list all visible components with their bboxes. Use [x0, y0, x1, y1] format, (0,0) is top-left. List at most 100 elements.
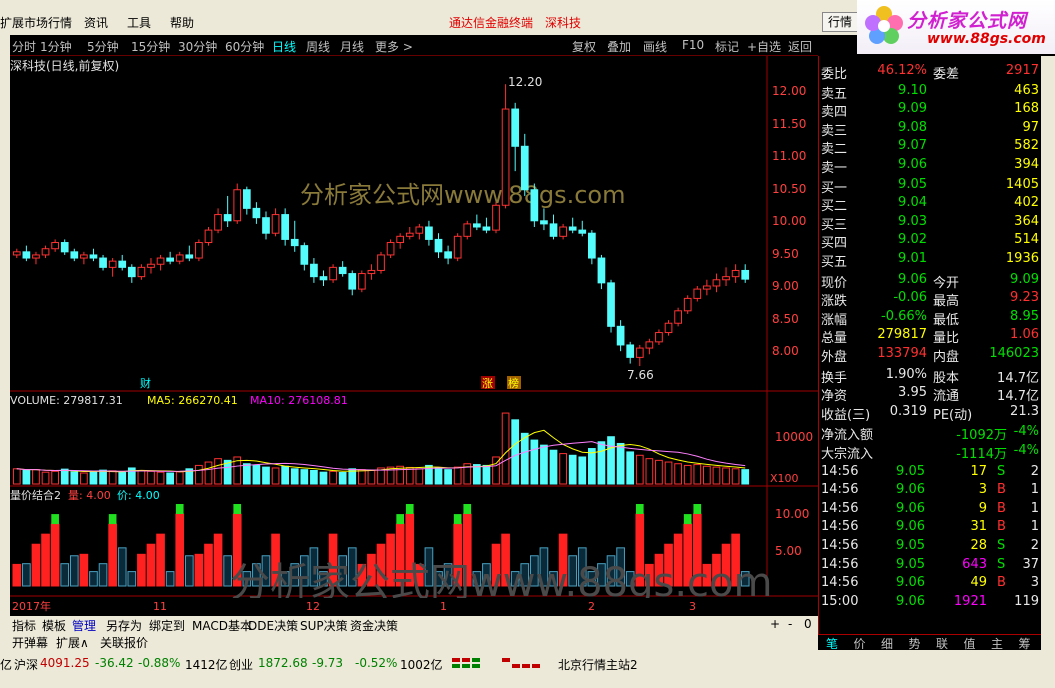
tab-manage[interactable]: 管理: [72, 617, 96, 634]
period-5min[interactable]: 5分钟: [87, 38, 119, 55]
candle-body: [463, 223, 472, 237]
tab-expand[interactable]: 扩展∧: [56, 634, 89, 651]
tab-macd[interactable]: MACD基本: [192, 617, 252, 634]
tab-template[interactable]: 模板: [42, 617, 66, 634]
tool-overlay[interactable]: 叠加: [607, 38, 631, 55]
tab-dde[interactable]: DDE决策: [248, 617, 298, 634]
status-server[interactable]: 北京行情主站2: [558, 656, 638, 673]
tab-related-quote[interactable]: 关联报价: [100, 634, 148, 651]
volume-bar: [645, 458, 654, 485]
ask-row-4[interactable]: 卖二 9.07 582: [819, 137, 1041, 157]
promo-stock[interactable]: 深科技: [545, 14, 581, 31]
tick-row[interactable]: 15:00 9.06 1921 119: [819, 593, 1041, 611]
flow-row[interactable]: 大宗流入 -1114万 -4%: [819, 442, 1041, 462]
tick-row[interactable]: 14:56 9.05 17 S 2: [819, 463, 1041, 481]
bid-row-3[interactable]: 买三 9.03 364: [819, 213, 1041, 233]
menu-item-tools[interactable]: 工具: [127, 14, 151, 31]
volume-bar: [41, 471, 50, 485]
tick-side: S: [997, 556, 1006, 572]
indicator-bar-top: [108, 514, 117, 525]
tab-fund[interactable]: 资金决策: [350, 617, 398, 634]
stat-row[interactable]: 总量 279817 量比 1.06: [819, 326, 1041, 346]
bid-row-1[interactable]: 买一 9.05 1405: [819, 176, 1041, 196]
tab-danmu[interactable]: 开弹幕: [12, 634, 48, 651]
volume-bar: [242, 463, 251, 485]
status-sh-label: 沪深: [14, 658, 39, 672]
indicator-bar: [69, 555, 79, 587]
ask-row-1[interactable]: 卖五 9.10 463: [819, 82, 1041, 102]
period-30min[interactable]: 30分钟: [178, 38, 217, 55]
tick-row[interactable]: 14:56 9.05 643 S 37: [819, 556, 1041, 574]
ask-row-2[interactable]: 卖四 9.09 168: [819, 100, 1041, 120]
marker-bang[interactable]: 榜: [508, 376, 519, 390]
volume-ma10: MA10: 276108.81: [250, 394, 348, 407]
tool-fuquan[interactable]: 复权: [572, 38, 596, 55]
remove-indicator-button[interactable]: -: [788, 617, 792, 631]
tab-save-as[interactable]: 另存为: [106, 617, 142, 634]
indicator-bar-top: [453, 514, 462, 525]
add-indicator-button[interactable]: +: [770, 617, 780, 631]
promo-terminal[interactable]: 通达信金融终端: [449, 14, 533, 31]
tick-row[interactable]: 14:56 9.06 31 B 1: [819, 518, 1041, 536]
volume-bar: [444, 469, 452, 485]
menu-item-news[interactable]: 资讯: [84, 14, 108, 31]
period-15min[interactable]: 15分钟: [131, 38, 170, 55]
period-60min[interactable]: 60分钟: [225, 38, 264, 55]
tab-indicator[interactable]: 指标: [12, 617, 36, 634]
kline-chart[interactable]: 深科技(日线,前复权) 分析家公式网www.88gs.com 12.20 7.6…: [10, 56, 818, 616]
stat-value: 9.06: [898, 271, 927, 287]
tool-add-watch[interactable]: +自选: [747, 38, 781, 55]
stat-row[interactable]: 涨跌 -0.06 最高 9.23: [819, 289, 1041, 309]
stat2-row[interactable]: 换手 1.90% 股本 14.7亿: [819, 366, 1041, 386]
period-more[interactable]: 更多 >: [375, 38, 413, 55]
tab-bind[interactable]: 绑定到: [149, 617, 185, 634]
stat-row[interactable]: 外盘 133794 内盘 146023: [819, 345, 1041, 365]
marker-cai[interactable]: 财: [140, 376, 151, 390]
period-fenshi[interactable]: 分时: [12, 38, 36, 55]
volume-bar: [520, 432, 529, 485]
period-daily[interactable]: 日线: [272, 38, 296, 55]
period-monthly[interactable]: 月线: [340, 38, 364, 55]
stat-row[interactable]: 现价 9.06 今开 9.09: [819, 271, 1041, 291]
stat-row[interactable]: 涨幅 -0.66% 最低 8.95: [819, 308, 1041, 328]
volume-bar: [32, 469, 40, 485]
tab-sup[interactable]: SUP决策: [300, 617, 348, 634]
candle-body: [310, 263, 318, 278]
weibi-row[interactable]: 委比 46.12% 委差 2917: [819, 62, 1041, 82]
vertical-scrollbar[interactable]: [1041, 56, 1055, 650]
tick-row[interactable]: 14:56 9.06 49 B 3: [819, 574, 1041, 592]
candle-body: [367, 269, 376, 275]
tool-draw[interactable]: 画线: [643, 38, 667, 55]
volume-bar: [281, 465, 290, 485]
bid-row-2[interactable]: 买二 9.04 402: [819, 194, 1041, 214]
bid-price: 9.01: [898, 251, 927, 266]
flow-row[interactable]: 净流入额 -1092万 -4%: [819, 423, 1041, 443]
ask-row-3[interactable]: 卖三 9.08 97: [819, 119, 1041, 139]
volume-tick: 10000: [775, 430, 813, 444]
stat2-row[interactable]: 净资 3.95 流通 14.7亿: [819, 384, 1041, 404]
ask-label: 卖三: [821, 123, 848, 139]
tick-row[interactable]: 14:56 9.06 9 B 1: [819, 500, 1041, 518]
period-1min[interactable]: 1分钟: [40, 38, 72, 55]
indicator-bar: [108, 523, 117, 587]
logo-title: 分析家公式网: [907, 10, 1028, 32]
bid-row-4[interactable]: 买四 9.02 514: [819, 231, 1041, 251]
tool-back[interactable]: 返回: [788, 38, 812, 55]
quote-button[interactable]: 行情: [822, 12, 858, 32]
candle-body: [156, 257, 165, 265]
ask-volume: 168: [1014, 101, 1039, 117]
ask-row-5[interactable]: 卖一 9.06 394: [819, 156, 1041, 176]
tick-row[interactable]: 14:56 9.06 3 B 1: [819, 481, 1041, 499]
bid-volume: 514: [1014, 232, 1039, 248]
period-weekly[interactable]: 周线: [306, 38, 330, 55]
y-tick-8-5: 8.50: [772, 312, 799, 326]
stat2-row[interactable]: 收益(三) 0.319 PE(动) 21.3: [819, 403, 1041, 423]
bid-row-5[interactable]: 买五 9.01 1936: [819, 250, 1041, 270]
stat2-label: 换手: [821, 370, 848, 386]
weibi-label: 委比: [821, 67, 848, 82]
marker-zhang[interactable]: 涨: [482, 377, 493, 390]
tool-f10[interactable]: F10: [682, 38, 704, 52]
tick-row[interactable]: 14:56 9.05 28 S 2: [819, 537, 1041, 555]
menu-item-help[interactable]: 帮助: [170, 14, 194, 31]
tool-mark[interactable]: 标记: [715, 38, 739, 55]
